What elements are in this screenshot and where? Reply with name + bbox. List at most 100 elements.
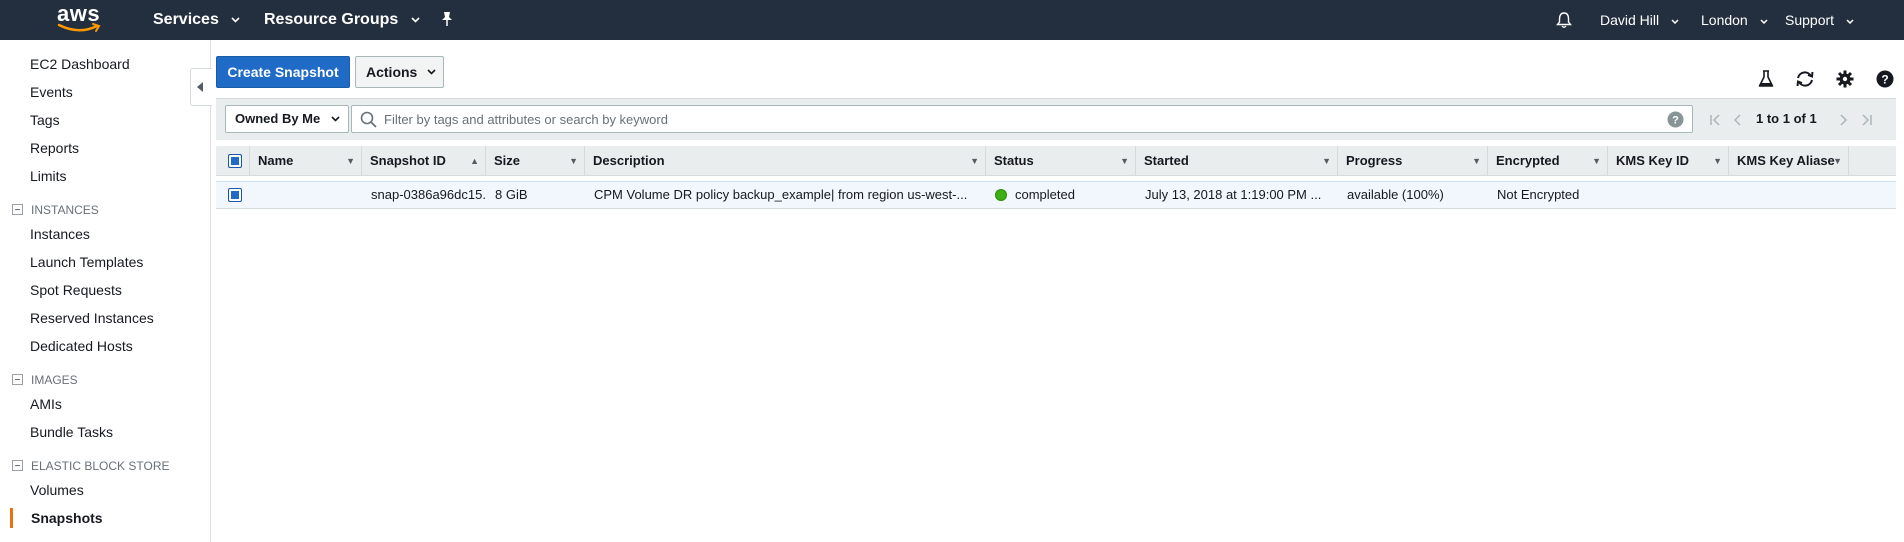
column-label: Status [994,153,1034,168]
services-menu[interactable]: Services [153,0,240,40]
column-header-status[interactable]: Status ▼ [986,146,1136,176]
sidebar-item-spot-requests[interactable]: Spot Requests [30,282,122,298]
table-row[interactable]: snap-0386a96dc15... 8 GiB CPM Volume DR … [216,181,1896,209]
column-header-encrypted[interactable]: Encrypted ▼ [1488,146,1608,176]
next-page-icon[interactable] [1838,114,1848,126]
help-icon[interactable]: ? [1876,70,1894,88]
support-menu[interactable]: Support [1785,0,1854,40]
refresh-icon[interactable] [1795,70,1815,88]
owned-by-me-dropdown[interactable]: Owned By Me [225,105,349,133]
sidebar-item-volumes[interactable]: Volumes [30,482,84,498]
resource-groups-menu[interactable]: Resource Groups [264,0,420,40]
search-input[interactable] [384,110,1654,128]
cell-progress: available (100%) [1347,187,1444,202]
sidebar-item-events[interactable]: Events [30,84,73,100]
chevron-down-icon [1671,19,1679,24]
chevron-down-icon [1846,19,1854,24]
search-help-icon[interactable]: ? [1667,111,1684,128]
column-header-size[interactable]: Size ▼ [486,146,585,176]
sidebar-item-reports[interactable]: Reports [30,140,79,156]
column-header-snapshot-id[interactable]: Snapshot ID ▲ [362,146,486,176]
column-header-started[interactable]: Started ▼ [1136,146,1338,176]
gear-icon[interactable] [1836,70,1854,88]
sort-icon: ▼ [1322,156,1331,166]
user-menu[interactable]: David Hill [1600,0,1679,40]
status-text: completed [1015,187,1075,202]
column-label: Name [258,153,294,168]
first-page-icon[interactable] [1709,114,1721,126]
column-header-kms-key-id[interactable]: KMS Key ID ▼ [1608,146,1729,176]
sort-icon: ▼ [1713,156,1722,166]
sidebar-item-dedicated-hosts[interactable]: Dedicated Hosts [30,338,133,354]
region-menu[interactable]: London [1701,0,1768,40]
sort-icon: ▼ [1833,156,1842,166]
column-header-name[interactable]: Name ▼ [250,146,362,176]
column-label: Size [494,153,521,168]
select-all-checkbox[interactable] [228,154,242,168]
sidebar-item-bundle-tasks[interactable]: Bundle Tasks [30,424,113,440]
sidebar-item-ec2-dashboard[interactable]: EC2 Dashboard [30,56,130,72]
svg-text:?: ? [1672,115,1679,127]
cell-snapshot-id: snap-0386a96dc15... [371,187,486,202]
sidebar-item-amis[interactable]: AMIs [30,396,62,412]
sidebar-section-elastic-block-store[interactable]: ELASTIC BLOCK STORE [12,459,170,473]
create-snapshot-button[interactable]: Create Snapshot [216,56,350,88]
search-icon [360,111,377,128]
aws-logo[interactable]: aws [57,1,103,36]
column-header-kms-key-alias[interactable]: KMS Key Aliase ▼ [1729,146,1849,176]
collapse-toggle-icon [12,460,23,471]
bell-icon[interactable] [1556,11,1572,29]
cell-kms-key-alias [1729,182,1849,208]
search-box: ? [351,105,1693,133]
column-label: Started [1144,153,1189,168]
section-title: INSTANCES [31,203,99,217]
status-indicator-icon [995,189,1007,201]
prev-page-icon[interactable] [1733,114,1743,126]
column-header-description[interactable]: Description ▼ [585,146,986,176]
sidebar-collapse-button[interactable] [190,68,212,106]
sidebar-item-launch-templates[interactable]: Launch Templates [30,254,143,270]
chevron-down-icon [411,17,420,23]
column-label: KMS Key Aliase [1737,153,1835,168]
sidebar-item-tags[interactable]: Tags [30,112,60,128]
aws-smile-icon [57,23,101,32]
aws-logo-text: aws [57,1,101,26]
sort-icon: ▼ [346,156,355,166]
sidebar-section-images[interactable]: IMAGES [12,373,78,387]
region-label: London [1701,12,1748,28]
collapse-toggle-icon [12,204,23,215]
svg-text:?: ? [1881,73,1888,87]
sort-ascending-icon: ▲ [470,156,479,166]
sidebar: EC2 Dashboard Events Tags Reports Limits… [0,40,211,542]
pin-icon[interactable] [440,11,454,27]
row-checkbox[interactable] [228,188,242,202]
resource-groups-label: Resource Groups [264,11,399,28]
table-header: Name ▼ Snapshot ID ▲ Size ▼ Description ▼ St… [216,146,1896,176]
cell-status: completed [986,182,1136,208]
sidebar-item-reserved-instances[interactable]: Reserved Instances [30,310,154,326]
chevron-down-icon [1760,19,1768,24]
cell-size: 8 GiB [495,187,528,202]
column-label: Encrypted [1496,153,1560,168]
select-all-cell [216,146,250,176]
support-label: Support [1785,12,1835,28]
user-label: David Hill [1600,12,1660,28]
column-label: Snapshot ID [370,153,446,168]
sidebar-item-snapshots[interactable]: Snapshots [31,510,103,526]
top-navigation-bar: aws Services Resource Groups David Hill … [0,0,1904,40]
column-header-progress[interactable]: Progress ▼ [1338,146,1488,176]
sort-icon: ▼ [1472,156,1481,166]
sort-icon: ▼ [569,156,578,166]
active-indicator [10,508,13,528]
flask-icon[interactable] [1758,70,1774,88]
last-page-icon[interactable] [1861,114,1873,126]
sidebar-item-instances[interactable]: Instances [30,226,90,242]
chevron-down-icon [427,69,436,75]
sidebar-section-instances[interactable]: INSTANCES [12,203,99,217]
actions-dropdown[interactable]: Actions [355,56,444,88]
sort-icon: ▼ [970,156,979,166]
collapse-toggle-icon [12,374,23,385]
sidebar-item-limits[interactable]: Limits [30,168,67,184]
cell-name[interactable] [250,182,362,208]
column-label: KMS Key ID [1616,153,1689,168]
